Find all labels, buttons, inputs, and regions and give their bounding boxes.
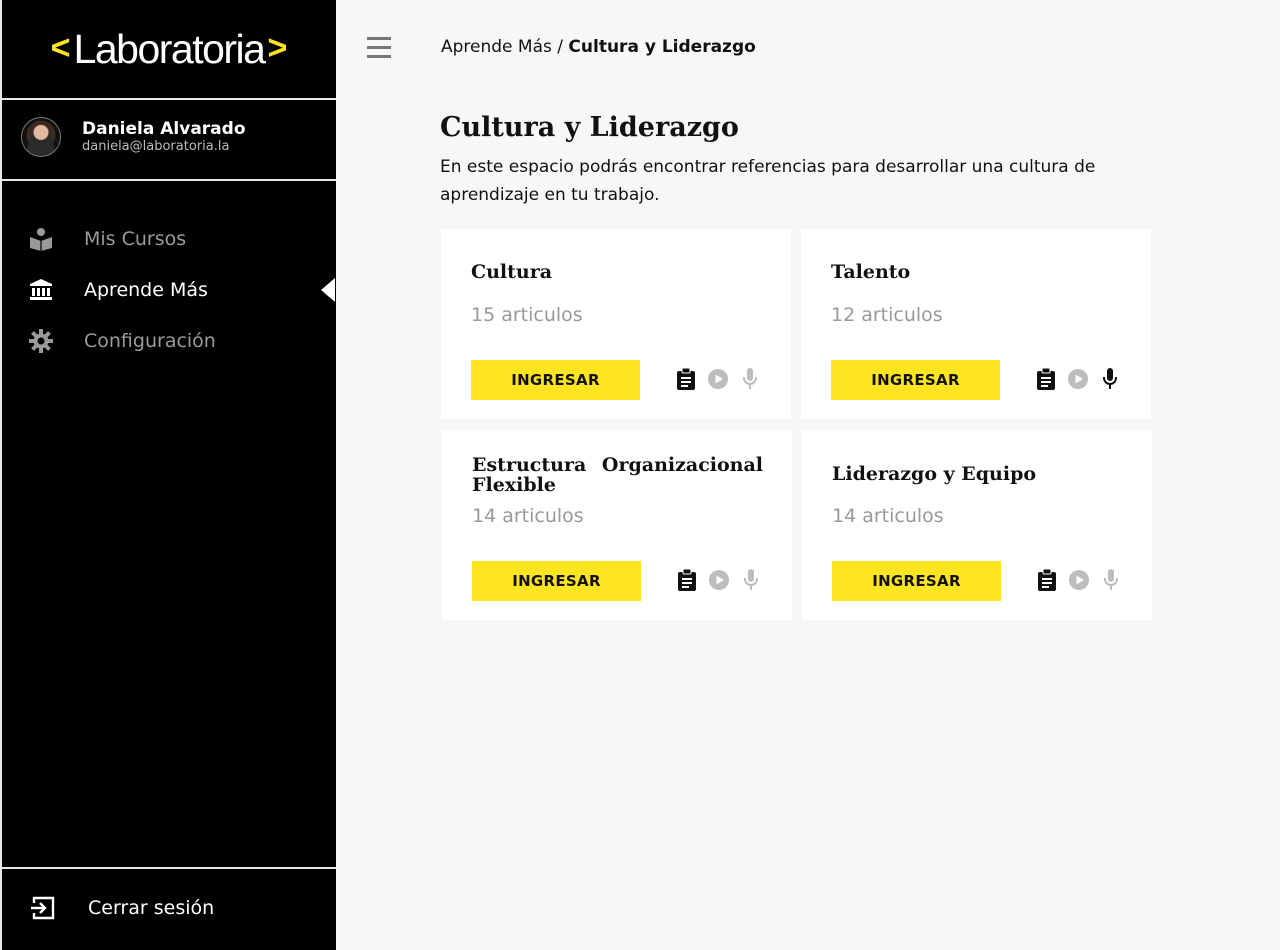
sidebar-item-label: Mis Cursos: [84, 228, 187, 250]
play-icon: [707, 368, 729, 390]
content-type-icons: [1036, 569, 1132, 591]
avatar: [21, 117, 61, 157]
card-title: Talento: [831, 261, 911, 283]
sidebar-item-label: Configuración: [84, 330, 216, 352]
play-icon: [1068, 569, 1090, 591]
topic-card: Estructura Organizacional Flexible 14 ar…: [442, 430, 792, 620]
ingresar-button[interactable]: INGRESAR: [832, 561, 1001, 601]
ingresar-button[interactable]: INGRESAR: [472, 561, 641, 601]
play-icon: [1067, 368, 1089, 390]
card-title: Liderazgo y Equipo: [832, 463, 1037, 485]
play-icon: [708, 569, 730, 591]
card-article-count: 15 articulos: [471, 304, 583, 326]
page-title: Cultura y Liderazgo: [440, 112, 739, 143]
ingresar-button[interactable]: INGRESAR: [831, 360, 1000, 400]
document-icon: [1035, 368, 1057, 390]
document-icon: [676, 569, 698, 591]
card-article-count: 12 articulos: [831, 304, 943, 326]
logo[interactable]: < Laboratoria >: [2, 0, 336, 99]
logo-wordmark: Laboratoria: [73, 26, 266, 72]
menu-toggle-button[interactable]: [367, 37, 391, 61]
sidebar-item-label: Aprende Más: [84, 279, 208, 301]
sidebar-item-mis-cursos[interactable]: Mis Cursos: [26, 224, 186, 254]
breadcrumb-separator: /: [551, 37, 569, 57]
document-icon: [675, 368, 697, 390]
topic-card: Talento 12 articulos INGRESAR: [801, 229, 1151, 419]
topic-card: Liderazgo y Equipo 14 articulos INGRESAR: [802, 430, 1152, 620]
user-name: Daniela Alvarado: [82, 119, 246, 139]
ingresar-button[interactable]: INGRESAR: [471, 360, 640, 400]
divider: [2, 867, 336, 869]
content-type-icons: [676, 569, 772, 591]
active-indicator: [321, 278, 335, 302]
hamburger-icon: [367, 46, 391, 49]
microphone-icon: [1099, 368, 1121, 390]
book-reader-icon: [26, 224, 56, 254]
user-email: daniela@laboratoria.la: [82, 139, 230, 154]
logo-right-chevron: >: [267, 29, 288, 67]
logout-icon: [28, 893, 58, 923]
sidebar-item-aprende-mas[interactable]: Aprende Más: [26, 275, 208, 305]
hamburger-icon: [367, 55, 391, 58]
sidebar: < Laboratoria > Daniela Alvarado daniela…: [0, 0, 336, 950]
institution-icon: [26, 275, 56, 305]
card-article-count: 14 articulos: [472, 505, 584, 527]
card-title: Estructura Organizacional Flexible: [472, 454, 763, 496]
user-profile[interactable]: Daniela Alvarado daniela@laboratoria.la: [21, 117, 246, 157]
document-icon: [1036, 569, 1058, 591]
microphone-icon: [1100, 569, 1122, 591]
divider: [2, 98, 336, 100]
sidebar-item-configuracion[interactable]: Configuración: [26, 326, 216, 356]
logo-left-chevron: <: [50, 29, 71, 67]
gear-icon: [26, 326, 56, 356]
page-description: En este espacio podrás encontrar referen…: [440, 157, 1096, 205]
hamburger-icon: [367, 37, 391, 40]
microphone-icon: [740, 569, 762, 591]
card-title: Cultura: [471, 261, 553, 283]
content-type-icons: [675, 368, 771, 390]
microphone-icon: [739, 368, 761, 390]
breadcrumb-current: Cultura y Liderazgo: [568, 37, 756, 57]
logout-label: Cerrar sesión: [88, 897, 215, 919]
divider: [2, 179, 336, 181]
topic-card: Cultura 15 articulos INGRESAR: [441, 229, 791, 419]
logout-button[interactable]: Cerrar sesión: [28, 893, 214, 923]
breadcrumb: Aprende Más / Cultura y Liderazgo: [441, 37, 756, 57]
card-article-count: 14 articulos: [832, 505, 944, 527]
content-type-icons: [1035, 368, 1131, 390]
breadcrumb-parent[interactable]: Aprende Más: [441, 37, 552, 57]
